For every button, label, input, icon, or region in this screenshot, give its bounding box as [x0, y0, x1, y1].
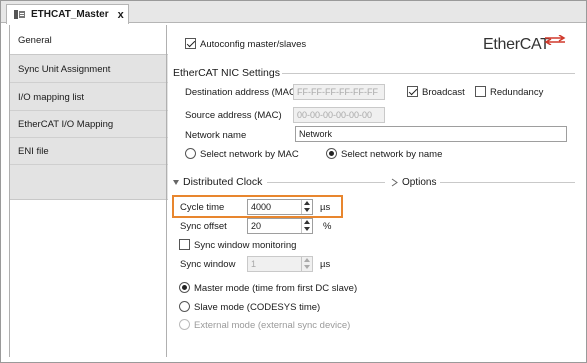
options-label[interactable]: Options — [402, 177, 436, 188]
slave-mode-label: Slave mode (CODESYS time) — [194, 302, 321, 313]
redundancy-checkbox[interactable] — [475, 86, 486, 97]
editor-tab-bar: ETHCAT_Master x — [1, 1, 586, 24]
distributed-clock-title: Distributed Clock — [183, 176, 263, 188]
autoconfig-checkbox[interactable] — [185, 38, 196, 49]
nav-item-general[interactable]: General — [10, 26, 167, 54]
stepper-arrows-icon[interactable] — [301, 200, 312, 214]
master-mode-radio[interactable] — [179, 282, 190, 293]
network-name-label: Network name — [185, 130, 247, 141]
section-divider — [282, 73, 575, 74]
sync-window-monitoring-checkbox[interactable] — [179, 239, 190, 250]
autoconfig-label: Autoconfig master/slaves — [200, 39, 307, 50]
redundancy-label: Redundancy — [490, 87, 544, 98]
settings-nav: General Sync Unit Assignment I/O mapping… — [9, 25, 168, 357]
source-address-field[interactable]: 00-00-00-00-00-00 — [293, 107, 385, 123]
source-address-label: Source address (MAC) — [185, 110, 282, 121]
nav-item-ethercat-io-mapping[interactable]: EtherCAT I/O Mapping — [10, 110, 113, 138]
sync-window-label: Sync window — [180, 259, 236, 270]
section-divider — [267, 182, 385, 183]
section-divider — [440, 182, 575, 183]
ethercat-logo: EtherCAT — [483, 35, 567, 58]
tab-ethcat-master[interactable]: ETHCAT_Master x — [6, 4, 129, 24]
sync-offset-label: Sync offset — [180, 221, 227, 232]
nav-item-label: Sync Unit Assignment — [18, 63, 111, 75]
external-mode-label: External mode (external sync device) — [194, 320, 351, 331]
master-mode-label: Master mode (time from first DC slave) — [194, 283, 358, 294]
ethercat-device-icon — [14, 10, 25, 19]
expand-icon[interactable] — [391, 178, 399, 187]
nav-item-eni-file[interactable]: ENI file — [10, 137, 49, 165]
cycle-time-value: 4000 — [251, 202, 272, 212]
sync-window-monitoring-label: Sync window monitoring — [194, 240, 297, 251]
nic-settings-title: EtherCAT NIC Settings — [173, 67, 280, 79]
select-by-name-label: Select network by name — [341, 149, 443, 160]
stepper-arrows-icon[interactable] — [301, 219, 312, 233]
nav-item-label: General — [18, 34, 52, 46]
nav-divider — [166, 25, 167, 357]
sync-offset-stepper[interactable]: 20 — [247, 218, 313, 234]
select-by-name-radio[interactable] — [326, 148, 337, 159]
logo-text: EtherCAT — [483, 36, 550, 53]
sync-offset-value: 20 — [251, 221, 262, 231]
sync-window-stepper[interactable]: 1 — [247, 256, 313, 272]
select-by-mac-label: Select network by MAC — [200, 149, 299, 160]
sync-offset-unit: % — [323, 221, 332, 232]
collapse-icon[interactable] — [172, 179, 180, 187]
destination-address-label: Destination address (MAC) — [185, 87, 300, 98]
destination-address-field[interactable]: FF-FF-FF-FF-FF-FF — [293, 84, 385, 100]
broadcast-label: Broadcast — [422, 87, 465, 98]
nav-item-label: I/O mapping list — [18, 91, 84, 103]
sync-window-value: 1 — [251, 259, 257, 269]
nav-item-label: ENI file — [18, 145, 49, 157]
nav-item-label: EtherCAT I/O Mapping — [18, 118, 114, 130]
sync-window-unit: µs — [320, 259, 331, 270]
cycle-time-stepper[interactable]: 4000 — [247, 199, 313, 215]
stepper-arrows-icon[interactable] — [301, 257, 312, 271]
broadcast-checkbox[interactable] — [407, 86, 418, 97]
cycle-time-label: Cycle time — [180, 202, 225, 213]
slave-mode-radio[interactable] — [179, 301, 190, 312]
external-mode-radio[interactable] — [179, 319, 190, 330]
close-icon[interactable]: x — [118, 9, 124, 21]
tab-title: ETHCAT_Master — [31, 9, 109, 20]
network-name-field[interactable]: Network — [295, 126, 567, 142]
cycle-time-unit: µs — [320, 202, 331, 213]
select-by-mac-radio[interactable] — [185, 148, 196, 159]
nav-item-sync-unit-assignment[interactable]: Sync Unit Assignment — [10, 55, 110, 83]
nav-item-io-mapping-list[interactable]: I/O mapping list — [10, 83, 84, 111]
logo-arrows-icon — [544, 35, 566, 45]
